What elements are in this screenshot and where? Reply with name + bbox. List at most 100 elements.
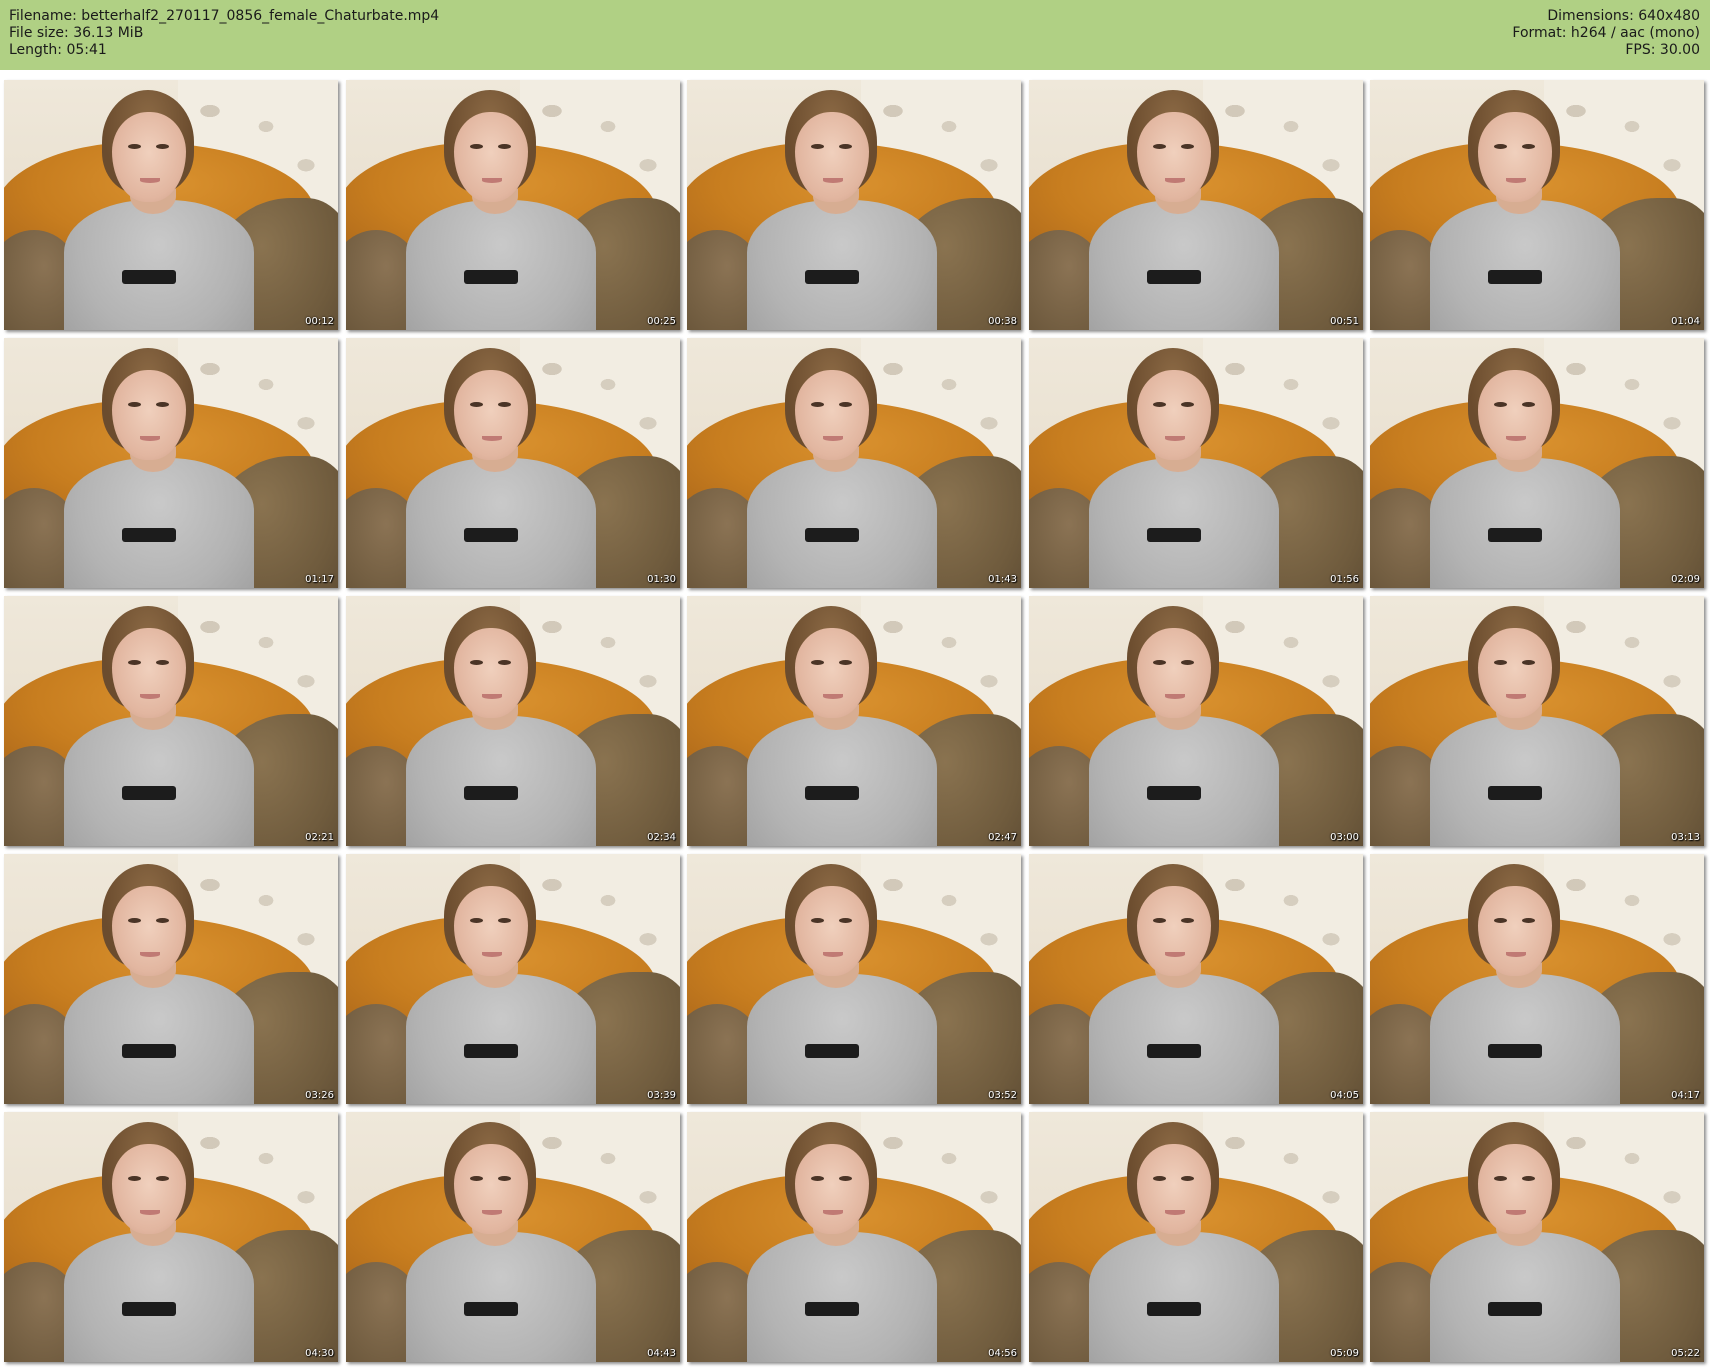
person-mouth <box>1506 952 1526 957</box>
person-mouth <box>1165 694 1185 699</box>
video-thumbnail[interactable]: 04:05 <box>1029 854 1363 1104</box>
person-face <box>1137 112 1211 202</box>
video-thumbnail[interactable]: 04:30 <box>4 1112 338 1362</box>
person-eye <box>811 660 824 665</box>
thumbnail-timestamp: 04:43 <box>647 1348 676 1359</box>
shirt-badge <box>1488 1044 1542 1058</box>
person-eye <box>1522 918 1535 923</box>
person-eye <box>839 1176 852 1181</box>
person-mouth <box>1506 1210 1526 1215</box>
person-eye <box>1181 1176 1194 1181</box>
person-shirt <box>1430 458 1620 588</box>
person-eye <box>1181 918 1194 923</box>
shirt-badge <box>805 1044 859 1058</box>
video-thumbnail[interactable]: 05:09 <box>1029 1112 1363 1362</box>
thumbnail-timestamp: 01:30 <box>647 574 676 585</box>
person-eye <box>1153 918 1166 923</box>
person-shirt <box>406 458 596 588</box>
person-mouth <box>140 1210 160 1215</box>
person-eye <box>1181 660 1194 665</box>
person-eye <box>811 1176 824 1181</box>
person-mouth <box>823 1210 843 1215</box>
person-shirt <box>747 974 937 1104</box>
dimensions-text: Dimensions: 640x480 <box>1547 8 1700 24</box>
person-face <box>1137 886 1211 976</box>
person-shirt <box>747 1232 937 1362</box>
person-eye <box>1522 1176 1535 1181</box>
video-thumbnail[interactable]: 03:26 <box>4 854 338 1104</box>
video-thumbnail[interactable]: 04:17 <box>1370 854 1704 1104</box>
video-thumbnail[interactable]: 00:25 <box>346 80 680 330</box>
video-thumbnail[interactable]: 01:30 <box>346 338 680 588</box>
filename-text: Filename: betterhalf2_270117_0856_female… <box>9 8 440 24</box>
thumbnail-timestamp: 00:51 <box>1330 316 1359 327</box>
person-face <box>795 1144 869 1234</box>
video-thumbnail[interactable]: 03:13 <box>1370 596 1704 846</box>
thumbnail-timestamp: 01:04 <box>1671 316 1700 327</box>
video-thumbnail[interactable]: 00:12 <box>4 80 338 330</box>
person-eye <box>1522 144 1535 149</box>
video-thumbnail[interactable]: 04:56 <box>687 1112 1021 1362</box>
person-eye <box>128 1176 141 1181</box>
person-eye <box>811 918 824 923</box>
video-thumbnail[interactable]: 02:34 <box>346 596 680 846</box>
thumbnail-timestamp: 03:00 <box>1330 832 1359 843</box>
thumbnail-timestamp: 01:56 <box>1330 574 1359 585</box>
person-shirt <box>64 1232 254 1362</box>
person-shirt <box>1430 974 1620 1104</box>
person-face <box>1478 886 1552 976</box>
video-thumbnail[interactable]: 02:47 <box>687 596 1021 846</box>
person-eye <box>156 918 169 923</box>
video-thumbnail[interactable]: 01:04 <box>1370 80 1704 330</box>
filesize-text: File size: 36.13 MiB <box>9 25 144 41</box>
thumbnail-timestamp: 02:34 <box>647 832 676 843</box>
person-eye <box>128 144 141 149</box>
person-face <box>112 1144 186 1234</box>
person-shirt <box>1089 974 1279 1104</box>
person-face <box>454 1144 528 1234</box>
video-thumbnail[interactable]: 00:51 <box>1029 80 1363 330</box>
video-thumbnail[interactable]: 05:22 <box>1370 1112 1704 1362</box>
person-face <box>1478 1144 1552 1234</box>
video-thumbnail[interactable]: 03:52 <box>687 854 1021 1104</box>
person-mouth <box>1165 952 1185 957</box>
person-face <box>1478 370 1552 460</box>
person-shirt <box>1089 1232 1279 1362</box>
person-mouth <box>823 952 843 957</box>
person-eye <box>1153 660 1166 665</box>
person-mouth <box>823 436 843 441</box>
person-eye <box>1522 402 1535 407</box>
shirt-badge <box>464 528 518 542</box>
video-thumbnail[interactable]: 03:39 <box>346 854 680 1104</box>
video-thumbnail[interactable]: 04:43 <box>346 1112 680 1362</box>
fps-text: FPS: 30.00 <box>1625 42 1700 58</box>
person-eye <box>1181 402 1194 407</box>
video-thumbnail[interactable]: 03:00 <box>1029 596 1363 846</box>
person-mouth <box>1165 1210 1185 1215</box>
person-eye <box>156 660 169 665</box>
person-eye <box>839 918 852 923</box>
video-thumbnail[interactable]: 00:38 <box>687 80 1021 330</box>
video-thumbnail[interactable]: 01:43 <box>687 338 1021 588</box>
video-thumbnail[interactable]: 01:56 <box>1029 338 1363 588</box>
person-eye <box>470 402 483 407</box>
thumbnail-timestamp: 00:38 <box>988 316 1017 327</box>
person-mouth <box>482 436 502 441</box>
person-eye <box>1494 144 1507 149</box>
person-eye <box>1522 660 1535 665</box>
person-mouth <box>1165 436 1185 441</box>
info-header: Filename: betterhalf2_270117_0856_female… <box>0 0 1710 70</box>
video-thumbnail[interactable]: 02:21 <box>4 596 338 846</box>
length-text: Length: 05:41 <box>9 42 107 58</box>
person-eye <box>470 1176 483 1181</box>
person-face <box>454 886 528 976</box>
shirt-badge <box>122 1302 176 1316</box>
person-eye <box>156 144 169 149</box>
person-face <box>1137 370 1211 460</box>
shirt-badge <box>1147 1044 1201 1058</box>
person-face <box>454 112 528 202</box>
thumbnail-grid: 00:12 00:25 00:38 00:51 01:04 01:17 01:30 01:43… <box>4 80 1708 1366</box>
video-thumbnail[interactable]: 02:09 <box>1370 338 1704 588</box>
video-thumbnail[interactable]: 01:17 <box>4 338 338 588</box>
person-face <box>112 886 186 976</box>
